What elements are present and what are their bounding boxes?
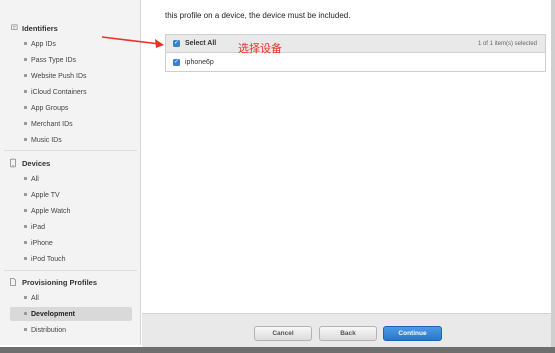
selection-count: 1 of 1 item(s) selected	[477, 40, 537, 47]
device-table: ✓ Select All 1 of 1 item(s) selected ✓ i…	[165, 34, 546, 72]
id-card-icon	[11, 24, 18, 30]
section-devices-title: Devices	[22, 158, 51, 168]
sidebar-item-app-groups[interactable]: App Groups	[10, 101, 132, 115]
sidebar-item-development[interactable]: Development	[10, 307, 132, 321]
bullet-icon	[24, 296, 27, 299]
bottom-edge	[0, 347, 555, 353]
section-divider	[4, 150, 137, 151]
continue-button[interactable]: Continue	[383, 326, 442, 341]
sidebar-item-icloud-containers[interactable]: iCloud Containers	[10, 85, 132, 99]
bullet-icon	[24, 58, 27, 61]
bullet-icon	[24, 177, 27, 180]
cancel-button[interactable]: Cancel	[254, 326, 312, 341]
select-all-checkbox[interactable]: ✓	[173, 40, 180, 47]
section-devices: Devices	[0, 154, 141, 172]
bullet-icon	[24, 193, 27, 196]
table-header: ✓ Select All 1 of 1 item(s) selected	[166, 35, 545, 53]
sidebar-item-pass-type-ids[interactable]: Pass Type IDs	[10, 53, 132, 67]
back-button[interactable]: Back	[319, 326, 377, 341]
sidebar-item-apple-tv[interactable]: Apple TV	[10, 188, 132, 202]
sidebar-item-merchant-ids[interactable]: Merchant IDs	[10, 117, 132, 131]
section-profiles-title: Provisioning Profiles	[22, 277, 98, 287]
bullet-icon	[24, 328, 27, 331]
bullet-icon	[24, 90, 27, 93]
device-checkbox[interactable]: ✓	[173, 59, 180, 66]
section-provisioning-profiles: Provisioning Profiles	[0, 273, 141, 291]
sidebar-item-music-ids[interactable]: Music IDs	[10, 133, 132, 147]
bullet-icon	[24, 106, 27, 109]
sidebar-item-ipod-touch[interactable]: iPod Touch	[10, 252, 132, 266]
window-edge	[551, 0, 555, 347]
bullet-icon	[24, 122, 27, 125]
document-icon	[10, 278, 16, 286]
section-identifiers-title: Identifiers	[22, 23, 58, 33]
bullet-icon	[24, 312, 27, 315]
bullet-icon	[24, 225, 27, 228]
sidebar-item-iphone[interactable]: iPhone	[10, 236, 132, 250]
sidebar-item-apple-watch[interactable]: Apple Watch	[10, 204, 132, 218]
section-divider	[4, 270, 137, 271]
sidebar-item-ipad[interactable]: iPad	[10, 220, 132, 234]
bullet-icon	[24, 138, 27, 141]
annotation-text: 选择设备	[238, 43, 282, 55]
bullet-icon	[24, 42, 27, 45]
sidebar-item-distribution[interactable]: Distribution	[10, 323, 132, 337]
bullet-icon	[24, 209, 27, 212]
device-name: iphone6p	[185, 59, 214, 66]
sidebar-item-all-devices[interactable]: All	[10, 172, 132, 186]
bullet-icon	[24, 241, 27, 244]
bullet-icon	[24, 257, 27, 260]
sidebar-item-website-push-ids[interactable]: Website Push IDs	[10, 69, 132, 83]
device-icon	[10, 158, 16, 168]
footer-bar: Cancel Back Continue	[142, 313, 555, 347]
bullet-icon	[24, 74, 27, 77]
intro-text: this profile on a device, the device mus…	[165, 11, 351, 20]
annotation-arrow-icon	[101, 36, 164, 48]
select-all-label: Select All	[185, 40, 217, 47]
sidebar-item-all-profiles[interactable]: All	[10, 291, 132, 305]
